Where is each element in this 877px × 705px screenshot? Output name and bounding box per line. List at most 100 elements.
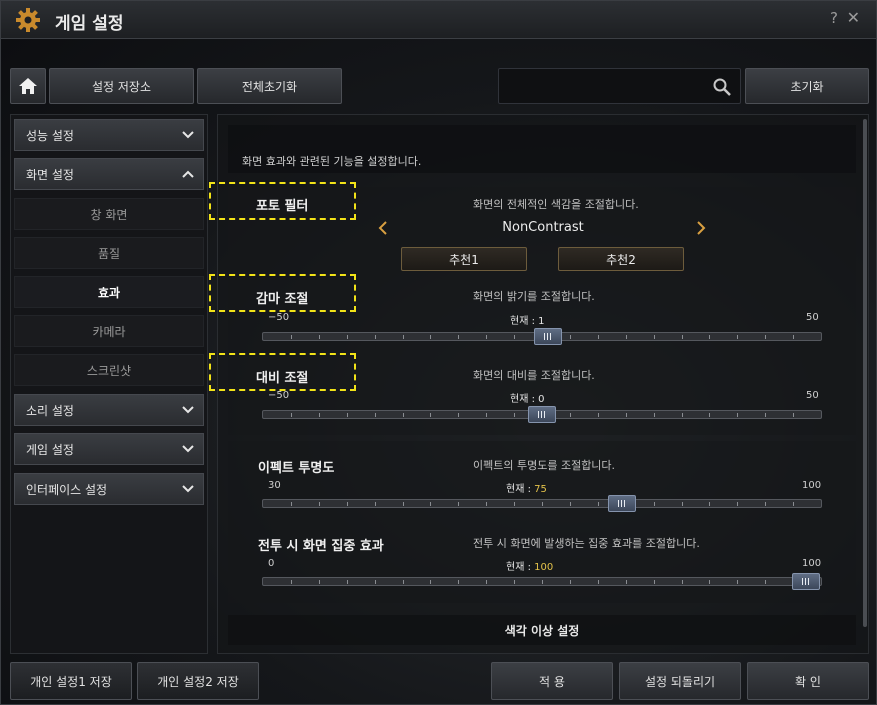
sidebar-item-interface[interactable]: 인터페이스 설정	[14, 473, 204, 505]
slider-tick	[626, 335, 627, 339]
slider-tick	[737, 335, 738, 339]
slider-tick	[765, 335, 766, 339]
effect-opacity-current: 현재 : 75	[506, 484, 547, 495]
slider-tick	[570, 502, 571, 506]
slider-tick	[347, 335, 348, 339]
contrast-min: −50	[268, 390, 290, 401]
slider-tick	[347, 502, 348, 506]
save-personal-1-button[interactable]: 개인 설정1 저장	[10, 662, 132, 700]
slider-tick	[737, 580, 738, 584]
slider-tick	[598, 413, 599, 417]
help-button[interactable]: ?	[830, 9, 838, 27]
effect-opacity-slider[interactable]	[262, 495, 822, 512]
slider-tick	[375, 413, 376, 417]
sidebar-item-label: 게임 설정	[26, 442, 74, 457]
display-panel: 포토 필터 화면의 전체적인 색감을 조절합니다. NonContrast 추천…	[209, 182, 856, 435]
sidebar-subitem-window[interactable]: 창 화면	[14, 198, 204, 230]
slider-tick	[598, 502, 599, 506]
slider-tick	[514, 580, 515, 584]
chevron-down-icon	[182, 131, 194, 139]
contrast-slider-thumb[interactable]	[528, 406, 556, 423]
window-title: 게임 설정	[55, 14, 124, 34]
contrast-slider[interactable]	[262, 406, 822, 423]
revert-settings-button[interactable]: 설정 되돌리기	[619, 662, 741, 700]
slider-tick	[542, 502, 543, 506]
slider-tick	[765, 502, 766, 506]
chevron-left-icon[interactable]	[378, 221, 388, 235]
slider-tick	[765, 580, 766, 584]
combat-focus-max: 100	[802, 558, 822, 569]
slider-tick	[430, 335, 431, 339]
gamma-desc: 화면의 밝기를 조절합니다.	[473, 290, 595, 303]
sidebar-subitem-quality[interactable]: 품질	[14, 237, 204, 269]
slider-tick	[514, 502, 515, 506]
photo-filter-title: 포토 필터	[256, 199, 309, 214]
slider-tick	[430, 580, 431, 584]
save-personal-2-button[interactable]: 개인 설정2 저장	[137, 662, 259, 700]
slider-tick	[626, 580, 627, 584]
combat-focus-min: 0	[268, 558, 275, 569]
sidebar-subitem-screenshot[interactable]: 스크린샷	[14, 354, 204, 386]
chevron-right-icon[interactable]	[696, 221, 706, 235]
sidebar-subitem-camera[interactable]: 카메라	[14, 315, 204, 347]
combat-focus-slider-thumb[interactable]	[792, 573, 820, 590]
contrast-desc: 화면의 대비를 조절합니다.	[473, 369, 595, 382]
ok-button[interactable]: 확 인	[747, 662, 869, 700]
slider-tick	[570, 335, 571, 339]
slider-tick	[682, 502, 683, 506]
sidebar-item-sound[interactable]: 소리 설정	[14, 394, 204, 426]
game-settings-window: 게임 설정 ? ✕ 설정 저장소 전체초기화 초기화 성능 설정 화면 설정 창…	[0, 0, 877, 705]
preset-2-button[interactable]: 추천2	[558, 247, 684, 271]
slider-tick	[793, 413, 794, 417]
slider-tick	[709, 335, 710, 339]
slider-tick	[654, 580, 655, 584]
sidebar-item-game[interactable]: 게임 설정	[14, 433, 204, 465]
slider-tick	[430, 413, 431, 417]
slider-tick	[737, 502, 738, 506]
gamma-max: 50	[806, 312, 819, 323]
slider-tick	[403, 413, 404, 417]
slider-tick	[626, 413, 627, 417]
sidebar-item-performance[interactable]: 성능 설정	[14, 119, 204, 151]
slider-tick	[486, 502, 487, 506]
home-button[interactable]	[10, 68, 46, 104]
slider-tick	[291, 502, 292, 506]
slider-tick	[486, 580, 487, 584]
effect-opacity-slider-thumb[interactable]	[608, 495, 636, 512]
search-input[interactable]	[498, 68, 741, 104]
chevron-down-icon	[182, 485, 194, 493]
content-scrollbar[interactable]	[863, 119, 867, 627]
search-icon[interactable]	[712, 77, 732, 97]
reset-button[interactable]: 초기화	[745, 68, 869, 104]
gamma-slider-thumb[interactable]	[534, 328, 562, 345]
slider-tick	[709, 502, 710, 506]
combat-focus-current: 현재 : 100	[506, 562, 554, 573]
slider-tick	[682, 335, 683, 339]
apply-button[interactable]: 적 용	[491, 662, 613, 700]
close-button[interactable]: ✕	[847, 8, 860, 27]
slider-tick	[654, 502, 655, 506]
settings-content: 화면 효과와 관련된 기능을 설정합니다. 포토 필터 화면의 전체적인 색감을…	[209, 114, 869, 654]
slider-tick	[709, 413, 710, 417]
chevron-down-icon	[182, 406, 194, 414]
slider-tick	[319, 502, 320, 506]
slider-tick	[765, 413, 766, 417]
sidebar-item-label: 화면 설정	[26, 167, 74, 182]
sidebar-item-label: 인터페이스 설정	[26, 482, 108, 497]
sidebar-subitem-effects[interactable]: 효과	[14, 276, 204, 308]
combat-focus-desc: 전투 시 화면에 발생하는 집중 효과를 조절합니다.	[473, 537, 700, 550]
slider-tick	[403, 580, 404, 584]
slider-tick	[375, 580, 376, 584]
effect-opacity-min: 30	[268, 480, 281, 491]
sidebar-item-display[interactable]: 화면 설정	[14, 158, 204, 190]
reset-all-button[interactable]: 전체초기화	[197, 68, 342, 104]
color-blind-settings-header[interactable]: 색각 이상 설정	[228, 615, 856, 645]
preset-1-button[interactable]: 추천1	[401, 247, 527, 271]
gamma-slider[interactable]	[262, 328, 822, 345]
combat-focus-slider[interactable]	[262, 573, 822, 590]
settings-storage-button[interactable]: 설정 저장소	[49, 68, 194, 104]
slider-tick	[458, 413, 459, 417]
photo-filter-value: NonContrast	[502, 220, 584, 235]
slider-tick	[319, 413, 320, 417]
slider-tick	[458, 502, 459, 506]
